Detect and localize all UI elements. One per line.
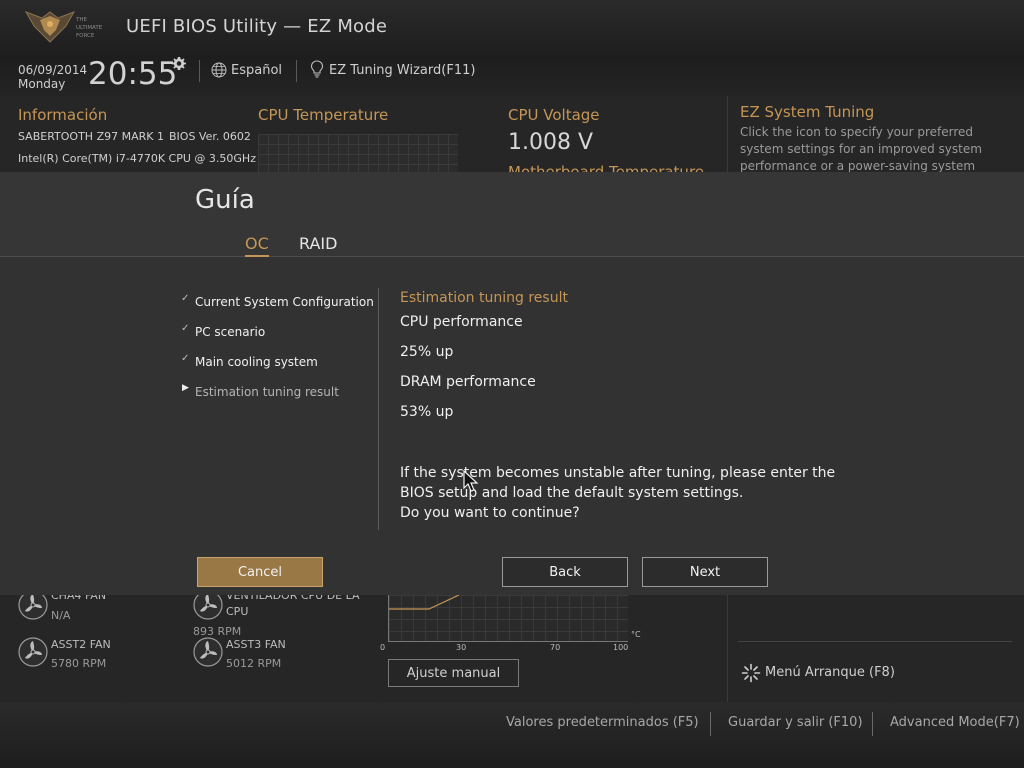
ez-system-tuning-title: EZ System Tuning [740, 103, 875, 121]
clock: 20:55 [88, 56, 178, 92]
date-display: 06/09/2014 Monday [18, 63, 87, 91]
cpu-voltage-title: CPU Voltage [508, 106, 600, 124]
check-icon: ✓ [181, 323, 190, 334]
ez-system-tuning-description: Click the icon to specify your preferred… [740, 125, 982, 172]
boot-menu-icon[interactable] [741, 663, 761, 683]
guide-dialog-divider [0, 256, 1024, 257]
fan-icon[interactable] [193, 637, 223, 667]
tuf-logo-icon: THE ULTIMATE FORCE [24, 11, 103, 43]
fan-graph-tick: 0 [380, 643, 386, 652]
mouse-cursor-icon [463, 470, 479, 492]
header-divider [199, 60, 200, 82]
footer-divider [710, 712, 711, 736]
day-text: Monday [18, 77, 66, 91]
gear-icon[interactable] [171, 56, 187, 72]
cha4-fan-value: N/A [51, 609, 71, 622]
tab-oc[interactable]: OC [245, 234, 269, 257]
svg-text:ULTIMATE: ULTIMATE [76, 25, 103, 31]
cpu-temperature-title: CPU Temperature [258, 106, 389, 124]
result-title: Estimation tuning result [400, 290, 568, 306]
cancel-button[interactable]: Cancel [197, 557, 323, 587]
step-main-cooling-system[interactable]: Main cooling system [195, 355, 318, 369]
date-text: 06/09/2014 [18, 63, 88, 77]
svg-text:FORCE: FORCE [76, 33, 95, 39]
board-name: SABERTOOTH Z97 MARK 1 [18, 130, 164, 143]
play-arrow-icon: ▶ [182, 383, 189, 393]
step-pc-scenario[interactable]: PC scenario [195, 325, 265, 339]
language-selector[interactable]: Español [231, 63, 282, 78]
bios-version: BIOS Ver. 0602 [169, 130, 251, 143]
check-icon: ✓ [181, 353, 190, 364]
cpu-voltage-value: 1.008 V [508, 130, 594, 155]
manual-tuning-button[interactable]: Ajuste manual [388, 659, 519, 687]
motherboard-temperature-title: Motherboard Temperature [508, 163, 705, 172]
asst3-fan-name: ASST3 FAN [226, 638, 286, 651]
globe-icon[interactable] [211, 62, 227, 78]
save-exit-button[interactable]: Guardar y salir (F10) [728, 715, 863, 730]
tab-raid[interactable]: RAID [299, 234, 337, 253]
app-title: UEFI BIOS Utility — EZ Mode [126, 16, 388, 37]
steps-divider [378, 288, 379, 530]
ez-tuning-wizard-link[interactable]: EZ Tuning Wizard(F11) [329, 63, 475, 78]
cpu-performance-label: CPU performance [400, 314, 523, 330]
divider [738, 641, 1012, 642]
step-current-system-configuration[interactable]: Current System Configuration [195, 295, 374, 309]
fan-graph-tick: 70 [550, 643, 561, 652]
next-button[interactable]: Next [642, 557, 768, 587]
cpu-performance-value: 25% up [400, 344, 454, 360]
boot-menu-link[interactable]: Menú Arranque (F8) [765, 665, 895, 680]
advanced-mode-button[interactable]: Advanced Mode(F7) [890, 715, 1020, 730]
step-estimation-tuning-result: Estimation tuning result [195, 385, 339, 399]
fan-curve-line [389, 594, 460, 610]
dram-performance-label: DRAM performance [400, 374, 536, 390]
cpu-name: Intel(R) Core(TM) i7-4770K CPU @ 3.50GHz [18, 152, 256, 165]
asst3-fan-value: 5012 RPM [226, 657, 282, 670]
load-defaults-button[interactable]: Valores predeterminados (F5) [506, 715, 699, 730]
svg-text:THE: THE [75, 17, 87, 23]
check-icon: ✓ [181, 293, 190, 304]
footer-bar [0, 702, 1024, 768]
footer-divider [872, 712, 873, 736]
info-title: Información [18, 106, 108, 124]
header-divider [296, 60, 297, 82]
fan-graph-unit: °C [631, 630, 641, 639]
asst2-fan-name: ASST2 FAN [51, 638, 111, 651]
fan-curve-graph[interactable] [388, 594, 628, 642]
dram-performance-value: 53% up [400, 404, 454, 420]
fan-graph-tick: 30 [456, 643, 467, 652]
fan-graph-tick: 100 [613, 643, 629, 652]
warning-line: Do you want to continue? [400, 505, 580, 521]
guide-dialog-header [0, 172, 1024, 256]
lightbulb-icon[interactable] [310, 60, 324, 78]
asst2-fan-value: 5780 RPM [51, 657, 107, 670]
cpu-temperature-graph [258, 134, 458, 172]
fan-icon[interactable] [18, 637, 48, 667]
back-button[interactable]: Back [502, 557, 628, 587]
guide-title: Guía [195, 185, 255, 215]
